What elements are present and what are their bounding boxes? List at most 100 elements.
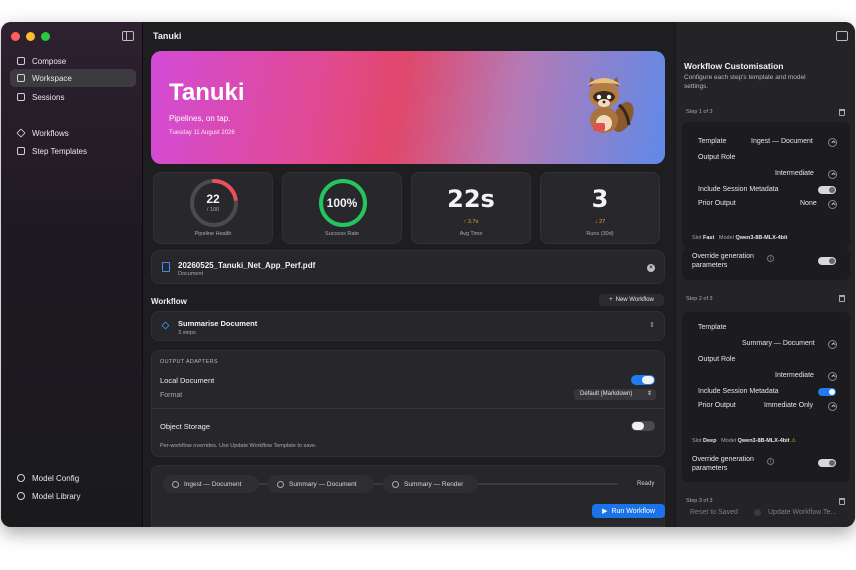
- step-status-icon: [392, 480, 399, 488]
- include-metadata-label: Include Session Metadata: [698, 388, 779, 395]
- sidebar-item-label: Model Config: [32, 473, 80, 483]
- prior-output-label: Prior Output: [698, 402, 736, 409]
- object-storage-label: Object Storage: [160, 422, 211, 431]
- step-1-header: Step 1 of 3: [686, 109, 713, 115]
- format-label: Format: [160, 392, 183, 399]
- workflow-name: Summarise Document: [178, 319, 258, 328]
- sidebar-item-sessions[interactable]: Sessions: [10, 88, 136, 106]
- new-workflow-button[interactable]: + New Workflow: [599, 294, 664, 306]
- stat-delta: ↑ 3.7s: [463, 219, 479, 225]
- compose-icon: [17, 57, 25, 65]
- step-3-header: Step 3 of 3: [686, 498, 713, 504]
- sidebar-toggle-icon[interactable]: [122, 31, 134, 41]
- close-button[interactable]: [11, 32, 20, 41]
- stat-runs: 3 ↓ 27 Runs (30d): [540, 172, 660, 244]
- sidebar-item-compose[interactable]: Compose: [10, 52, 136, 70]
- zoom-button[interactable]: [41, 32, 50, 41]
- chevron-updown-icon[interactable]: [828, 170, 837, 179]
- workflow-selector[interactable]: Summarise Document 3 steps ⇕: [151, 311, 665, 341]
- include-metadata-toggle[interactable]: [818, 388, 836, 396]
- sidebar-item-workflows[interactable]: Workflows: [10, 124, 136, 142]
- sidebar-item-label: Workspace: [32, 73, 72, 83]
- step-1-settings: Template Ingest — Document Output Role I…: [682, 122, 850, 248]
- output-role-label: Output Role: [698, 154, 736, 161]
- model-library-icon: [17, 492, 25, 500]
- inspector-toggle-icon[interactable]: [836, 31, 848, 41]
- stat-pipeline-health: 22 / 100 Pipeline Health: [153, 172, 273, 244]
- document-icon: [162, 262, 170, 272]
- stat-success-rate: 100% Success Rate: [282, 172, 402, 244]
- play-icon: ▶: [602, 508, 608, 515]
- plus-icon: +: [609, 297, 613, 303]
- output-role-value[interactable]: Intermediate: [775, 170, 814, 177]
- minimize-button[interactable]: [26, 32, 35, 41]
- model-label: Model: [718, 235, 734, 241]
- spinner-icon: [754, 509, 761, 516]
- template-value[interactable]: Summary — Document: [742, 340, 815, 347]
- override-label: Override generation parameters: [692, 253, 754, 269]
- object-storage-toggle[interactable]: [631, 421, 655, 431]
- slot-row: Slot Deep Model Qwen3-8B-MLX-4bit ⚠: [692, 438, 796, 444]
- override-toggle[interactable]: [818, 459, 836, 467]
- sidebar-item-model-library[interactable]: Model Library: [10, 487, 136, 505]
- pipeline-step-2[interactable]: Summary — Document: [268, 475, 374, 493]
- sidebar-item-step-templates[interactable]: Step Templates: [10, 142, 136, 160]
- prior-output-value[interactable]: Immediate Only: [764, 402, 813, 409]
- adapters-note: Per-workflow overrides. Use Update Workf…: [160, 443, 317, 449]
- chevron-updown-icon[interactable]: [828, 138, 837, 147]
- sidebar-item-label: Step Templates: [32, 146, 87, 156]
- attached-document[interactable]: 20260525_Tanuki_Net_App_Perf.pdf Documen…: [151, 250, 665, 284]
- sidebar-item-model-config[interactable]: Model Config: [10, 469, 136, 487]
- hero-date: Tuesday 11 August 2026: [169, 130, 235, 136]
- main-content: Tanuki Tanuki Pipelines, on tap. Tuesday…: [143, 22, 675, 527]
- info-icon[interactable]: i: [767, 458, 774, 465]
- update-workflow-template-button[interactable]: Update Workflow Te...: [768, 509, 836, 516]
- step-status-icon: [277, 480, 284, 488]
- stat-label: Avg Time: [459, 231, 483, 237]
- template-value[interactable]: Ingest — Document: [751, 138, 813, 145]
- slot-row: Slot Fast Model Qwen3-8B-MLX-4bit: [692, 235, 787, 241]
- sidebar-item-label: Compose: [32, 56, 67, 66]
- stat-label: Runs (30d): [586, 231, 614, 237]
- run-workflow-button[interactable]: ▶ Run Workflow: [592, 504, 665, 518]
- chevron-updown-icon[interactable]: [828, 200, 837, 209]
- step-status-icon: [172, 480, 179, 488]
- local-document-toggle[interactable]: [631, 375, 655, 385]
- step-label: Summary — Render: [404, 480, 464, 488]
- sidebar-item-label: Workflows: [32, 128, 69, 138]
- window-controls: [11, 32, 50, 41]
- workflow-section-title: Workflow: [151, 297, 187, 306]
- output-role-value[interactable]: Intermediate: [775, 372, 814, 379]
- pipeline-step-3[interactable]: Summary — Render: [383, 475, 478, 493]
- format-select[interactable]: Default (Markdown) ⇕: [574, 389, 656, 400]
- include-metadata-toggle[interactable]: [818, 186, 836, 194]
- workflow-stack-icon: [161, 321, 170, 330]
- reset-to-saved-button[interactable]: Reset to Saved: [690, 509, 738, 516]
- workspace-icon: [17, 74, 25, 82]
- template-label: Template: [698, 138, 727, 145]
- trash-icon[interactable]: [839, 295, 845, 302]
- chevron-updown-icon: ⇕: [646, 391, 652, 397]
- hero-title: Tanuki: [169, 79, 245, 106]
- stat-delta: ↓ 27: [594, 219, 606, 225]
- workflows-icon: [16, 128, 26, 138]
- step-1-override: Override generation parameters i: [682, 248, 850, 280]
- trash-icon[interactable]: [839, 498, 845, 505]
- slot-value: Fast: [703, 235, 715, 241]
- sidebar-item-workspace[interactable]: Workspace: [10, 69, 136, 87]
- info-icon[interactable]: i: [767, 255, 774, 262]
- prior-output-value[interactable]: None: [800, 200, 817, 207]
- output-role-label: Output Role: [698, 356, 736, 363]
- include-metadata-label: Include Session Metadata: [698, 186, 779, 193]
- sidebar: Compose Workspace Sessions Workflows Ste…: [1, 22, 143, 527]
- trash-icon[interactable]: [839, 109, 845, 116]
- chevron-updown-icon[interactable]: [828, 340, 837, 349]
- pipeline-step-1[interactable]: Ingest — Document: [163, 475, 259, 493]
- chevron-updown-icon[interactable]: [828, 372, 837, 381]
- chevron-updown-icon[interactable]: [828, 402, 837, 411]
- adapters-title: OUTPUT ADAPTERS: [160, 359, 218, 365]
- divider: [152, 408, 664, 409]
- override-toggle[interactable]: [818, 257, 836, 265]
- remove-document-icon[interactable]: ×: [647, 264, 655, 272]
- chevron-updown-icon: ⇕: [649, 322, 655, 329]
